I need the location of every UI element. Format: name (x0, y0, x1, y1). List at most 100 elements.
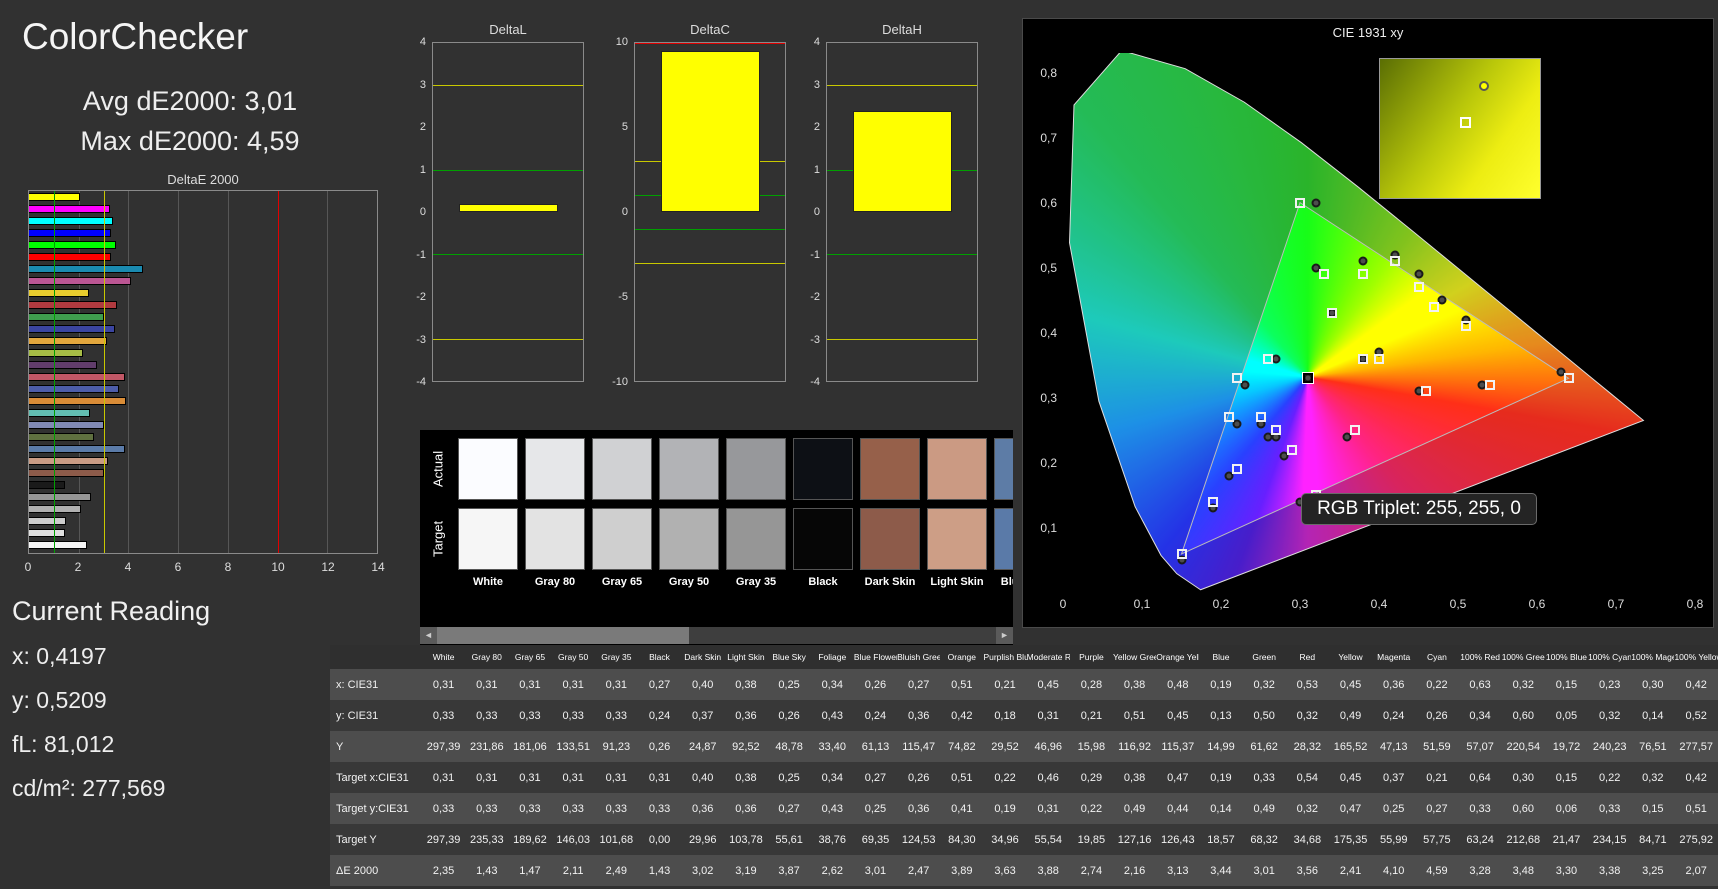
deltae-bar-100-green[interactable] (29, 241, 116, 249)
table-cell: 0,53 (1286, 669, 1329, 700)
reading-line: y: 0,5209 (12, 687, 342, 714)
deltae-bar-white[interactable] (29, 541, 87, 549)
cie-point-target (1429, 302, 1439, 312)
deltae-bar-row (29, 347, 377, 359)
table-cell: 0,26 (768, 700, 811, 731)
table-col-header-yellow-green: Yellow Green (1113, 645, 1156, 669)
deltae-refline-good (54, 191, 55, 553)
deltae-bar-row (29, 203, 377, 215)
deltae-bar-orange[interactable] (29, 397, 126, 405)
deltae-bar-purple[interactable] (29, 361, 97, 369)
swatch-actual-gray-80[interactable] (525, 438, 585, 500)
table-cell: 3,28 (1459, 855, 1502, 886)
swatch-actual-blue-sky[interactable] (994, 438, 1013, 500)
swatch-actual-gray-35[interactable] (726, 438, 786, 500)
deltae-bar-blue[interactable] (29, 325, 115, 333)
table-cell: 0,27 (768, 793, 811, 824)
cie-point-measured (1359, 257, 1368, 266)
table-cell: 0,21 (983, 669, 1026, 700)
table-head: WhiteGray 80Gray 65Gray 50Gray 35BlackDa… (330, 645, 1718, 669)
deltae-bar-yellow-green[interactable] (29, 349, 83, 357)
swatch-actual-light-skin[interactable] (927, 438, 987, 500)
deltae-bar-100-red[interactable] (29, 253, 111, 261)
table-cell: 0,33 (552, 700, 595, 731)
deltae-bar-dark-skin[interactable] (29, 469, 104, 477)
deltae-xtick-label: 10 (271, 560, 284, 574)
table-cell: 277,57 (1674, 731, 1718, 762)
table-cell: 2,07 (1674, 855, 1718, 886)
table-cell: 2,11 (552, 855, 595, 886)
deltae-bar-gray-50[interactable] (29, 505, 81, 513)
deltae-bar-orange-yellow[interactable] (29, 337, 107, 345)
deltae-bar-moderate-red[interactable] (29, 373, 125, 381)
deltal-ytick-label: -1 (416, 249, 426, 261)
cie-point-target (1390, 256, 1400, 266)
scroll-right-button[interactable]: ► (996, 627, 1013, 644)
deltah-ytick-label: -1 (810, 249, 820, 261)
deltae-bar-foliage[interactable] (29, 433, 94, 441)
table-cell: 14,99 (1199, 731, 1242, 762)
cie-chart-title: CIE 1931 xy (1023, 25, 1713, 40)
scrollbar-thumb[interactable] (437, 627, 689, 644)
swatch-actual-dark-skin[interactable] (860, 438, 920, 500)
deltae-bar-green[interactable] (29, 313, 104, 321)
swatch-target-light-skin[interactable] (927, 508, 987, 570)
deltae-bar-100-blue[interactable] (29, 229, 111, 237)
deltae-bar-blue-flower[interactable] (29, 421, 104, 429)
swatch-target-blue-sky[interactable] (994, 508, 1013, 570)
cie-xtick-label: 0,1 (1134, 597, 1151, 611)
scroll-left-button[interactable]: ◄ (420, 627, 437, 644)
deltac-refline (635, 263, 785, 264)
table-cell: 0,49 (1243, 793, 1286, 824)
deltae-bar-yellow[interactable] (29, 289, 89, 297)
scrollbar-track[interactable] (437, 627, 996, 644)
table-cell: 0,42 (1674, 669, 1718, 700)
swatch-actual-black[interactable] (793, 438, 853, 500)
swatch-target-gray-80[interactable] (525, 508, 585, 570)
deltae-bar-row (29, 323, 377, 335)
deltae-bar-gray-35[interactable] (29, 493, 91, 501)
swatch-target-dark-skin[interactable] (860, 508, 920, 570)
table-cell: 0,40 (681, 669, 724, 700)
table-cell: 0,33 (465, 793, 508, 824)
deltae-bar-row (29, 299, 377, 311)
deltae-bar-gray-80[interactable] (29, 529, 65, 537)
deltae-bar-100-cyan[interactable] (29, 217, 113, 225)
swatch-target-gray-65[interactable] (592, 508, 652, 570)
swatch-actual-white[interactable] (458, 438, 518, 500)
table-cell: 2,47 (897, 855, 940, 886)
swatch-target-gray-50[interactable] (659, 508, 719, 570)
deltae-chart-title: DeltaE 2000 (28, 172, 378, 187)
swatch-label-gray-35: Gray 35 (723, 576, 789, 588)
swatch-actual-gray-65[interactable] (592, 438, 652, 500)
deltae-bar-gray-65[interactable] (29, 517, 66, 525)
table-cell: 1,47 (508, 855, 551, 886)
table-cell: 0,48 (1156, 669, 1199, 700)
swatch-target-black[interactable] (793, 508, 853, 570)
deltae-bar-blue-sky[interactable] (29, 445, 125, 453)
deltae-bar-black[interactable] (29, 481, 65, 489)
swatch-comparison-panel: Actual Target WhiteGray 80Gray 65Gray 50… (420, 430, 1013, 648)
deltae-bar-cyan[interactable] (29, 265, 143, 273)
table-col-header-foliage: Foliage (811, 645, 854, 669)
table-cell: 235,33 (465, 824, 508, 855)
swatch-target-gray-35[interactable] (726, 508, 786, 570)
table-cell: 29,52 (983, 731, 1026, 762)
deltae-bar-light-skin[interactable] (29, 457, 108, 465)
deltae-bar-100-magenta[interactable] (29, 205, 110, 213)
swatch-label-light-skin: Light Skin (924, 576, 990, 588)
table-cell: 0,33 (508, 700, 551, 731)
swatch-actual-gray-50[interactable] (659, 438, 719, 500)
swatch-scrollbar[interactable]: ◄ ► (420, 627, 1013, 644)
deltae-bar-row (29, 191, 377, 203)
table-cell: 0,63 (1459, 669, 1502, 700)
cie-point-measured (1311, 198, 1320, 207)
deltae-bar-magenta[interactable] (29, 277, 131, 285)
deltae-bar-purplish-blue[interactable] (29, 385, 119, 393)
swatch-target-white[interactable] (458, 508, 518, 570)
selected-patch-inset (1379, 58, 1541, 199)
deltae-bar-bluish-green[interactable] (29, 409, 90, 417)
table-cell: 189,62 (508, 824, 551, 855)
table-cell: 0,54 (1286, 762, 1329, 793)
table-cell: 0,33 (1243, 762, 1286, 793)
